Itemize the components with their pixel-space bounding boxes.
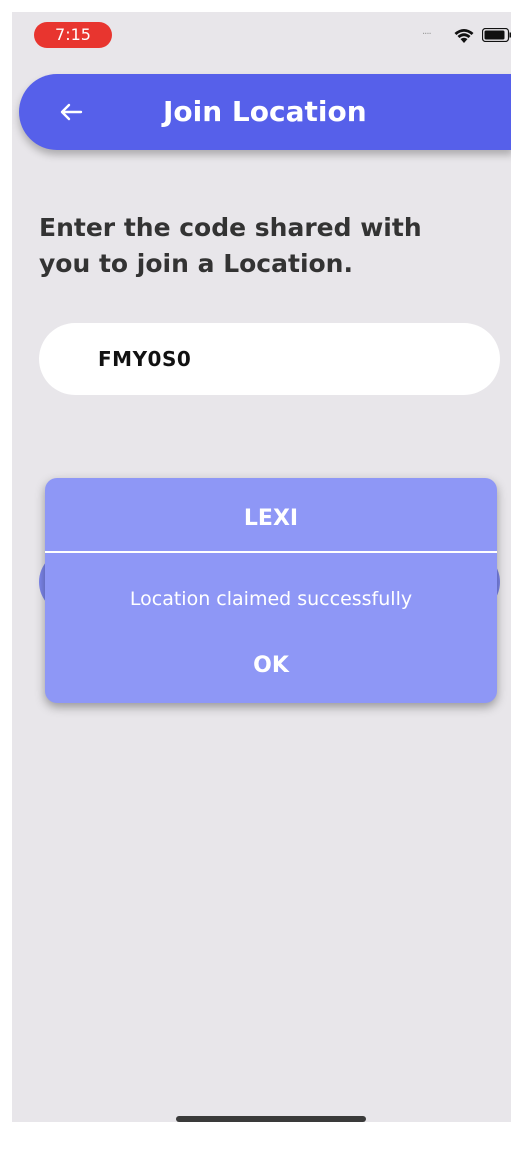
alert-dialog: LEXI Location claimed successfully OK [45, 478, 497, 703]
location-code-input[interactable]: FMY0S0 [39, 323, 500, 395]
instructions-text: Enter the code shared with you to join a… [39, 213, 422, 278]
arrow-left-icon[interactable] [57, 98, 85, 126]
dialog-message: Location claimed successfully [129, 588, 413, 610]
page-title: Join Location [163, 95, 367, 128]
status-bar: 7:15 .... [12, 12, 511, 58]
app-screen: 7:15 .... Join Location Enter the code s… [12, 12, 511, 1122]
dialog-title: LEXI [243, 506, 299, 531]
app-bar: Join Location [19, 74, 511, 150]
ok-button[interactable]: OK [231, 646, 311, 686]
battery-icon [482, 28, 511, 42]
signal-icon: .... [422, 26, 432, 37]
dialog-divider [45, 551, 497, 553]
home-indicator[interactable] [176, 1116, 366, 1122]
wifi-icon [454, 29, 474, 43]
status-time: 7:15 [34, 22, 112, 48]
